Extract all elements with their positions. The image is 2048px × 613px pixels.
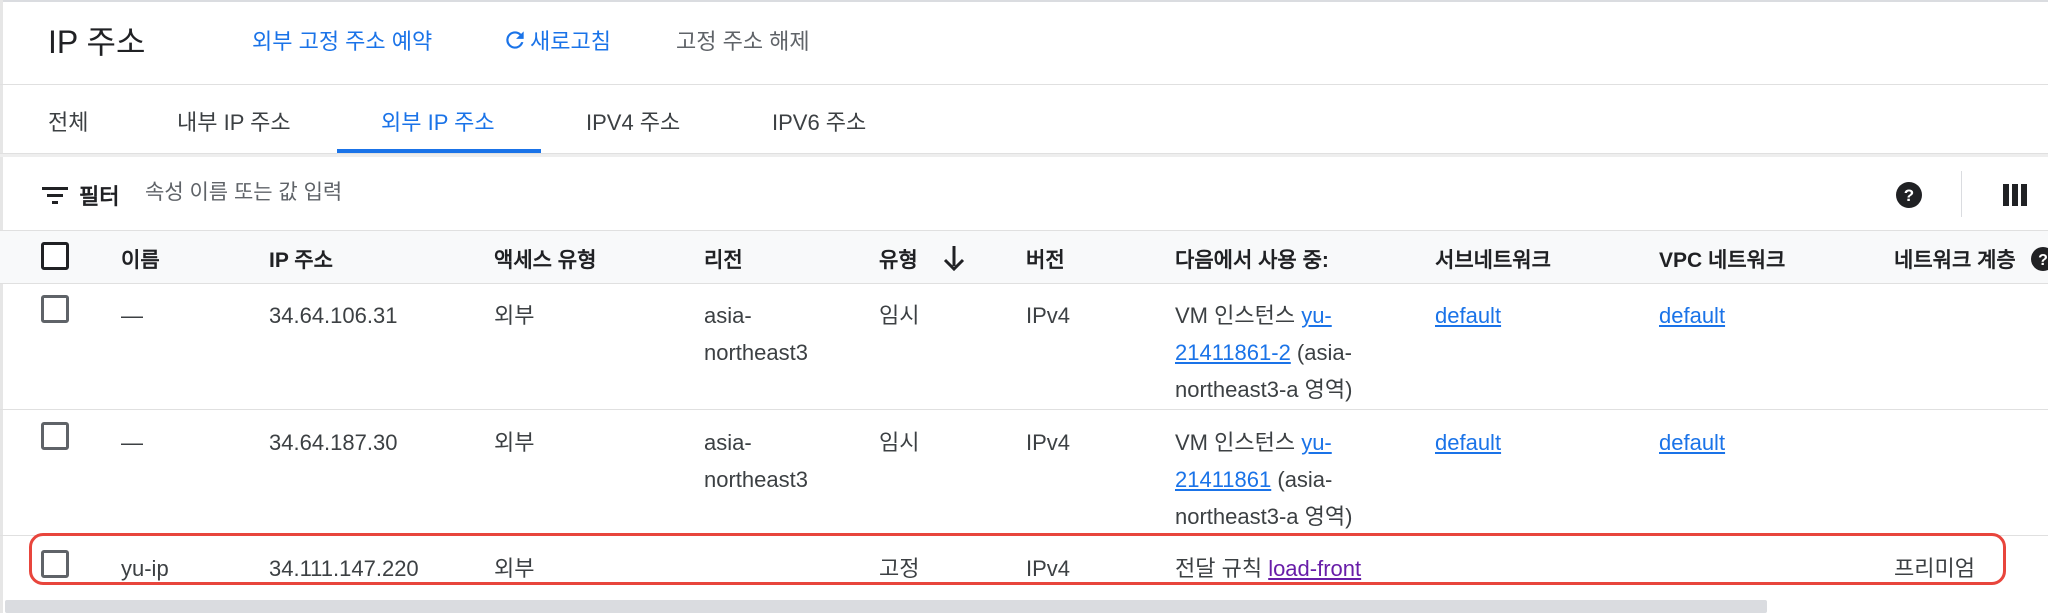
release-static-address-button[interactable]: 고정 주소 해제 <box>676 24 810 56</box>
cell-name: — <box>121 430 143 455</box>
active-tab-indicator <box>337 149 541 153</box>
row-checkbox[interactable] <box>41 295 69 323</box>
used-by-prefix: VM 인스턴스 <box>1175 303 1302 328</box>
toolbar-divider <box>1961 171 1962 217</box>
column-header-subnetwork[interactable]: 서브네트워크 <box>1435 244 1551 274</box>
column-header-ip[interactable]: IP 주소 <box>269 244 333 274</box>
instance-link-part-1: yu- <box>1301 430 1332 455</box>
cell-used-by: VM 인스턴스 yu- 21411861 (asia-northeast3-a 영… <box>1175 424 1352 535</box>
address-tabs: 전체 내부 IP 주소 외부 IP 주소 IPV4 주소 IPV6 주소 <box>0 85 2048 154</box>
used-by-zone-part-2: northeast3-a 영역) <box>1175 377 1353 402</box>
help-icon[interactable]: ? <box>1895 181 1923 214</box>
region-line-1: asia- <box>704 430 752 455</box>
column-header-type-label: 유형 <box>879 249 918 272</box>
svg-text:?: ? <box>2038 252 2048 269</box>
highlight-annotation <box>29 533 2006 585</box>
filter-input[interactable] <box>143 177 1047 209</box>
tab-ipv4[interactable]: IPV4 주소 <box>586 105 680 137</box>
cell-ip: 34.64.187.30 <box>269 430 398 455</box>
column-header-access-type[interactable]: 액세스 유형 <box>494 244 596 274</box>
cell-access-type: 외부 <box>494 303 535 328</box>
page-title: IP 주소 <box>48 24 146 60</box>
instance-link-part-2: 21411861 <box>1175 467 1272 492</box>
tab-all[interactable]: 전체 <box>48 105 88 137</box>
tab-external-ip[interactable]: 외부 IP 주소 <box>381 105 495 137</box>
refresh-button[interactable]: 새로고침 <box>502 24 611 59</box>
cell-type: 임시 <box>879 430 920 455</box>
used-by-zone-part-1: (asia- <box>1290 340 1352 365</box>
cell-version: IPv4 <box>1026 303 1071 328</box>
filter-bar: 필터 ? <box>0 154 2048 233</box>
used-by-prefix: VM 인스턴스 <box>1175 430 1302 455</box>
used-by-zone-part-2: northeast3-a 영역) <box>1175 504 1353 529</box>
column-header-type[interactable]: 유형 <box>879 244 965 277</box>
column-header-network-tier-label: 네트워크 계층 <box>1894 249 2016 272</box>
reserve-static-address-button[interactable]: 외부 고정 주소 예약 <box>252 24 432 56</box>
filter-label: 필터 <box>79 184 120 209</box>
column-header-vpc-network[interactable]: VPC 네트워크 <box>1659 244 1785 274</box>
cell-version: IPv4 <box>1026 430 1071 455</box>
svg-text:?: ? <box>1904 186 1914 205</box>
row-checkbox[interactable] <box>41 422 69 450</box>
select-all-checkbox[interactable] <box>41 242 69 270</box>
column-header-version[interactable]: 버전 <box>1026 244 1065 274</box>
refresh-icon <box>502 27 528 59</box>
cell-ip: 34.64.106.31 <box>269 303 398 328</box>
column-header-name[interactable]: 이름 <box>121 244 160 274</box>
column-header-region[interactable]: 리전 <box>704 244 743 274</box>
cell-used-by: VM 인스턴스 yu- 21411861-2 (asia-northeast3-a… <box>1175 297 1352 408</box>
table-header: 이름 IP 주소 액세스 유형 리전 유형 버전 다음에서 사용 중: 서브네트… <box>0 230 2048 284</box>
cell-region: asia-northeast3 <box>704 424 808 498</box>
instance-link-part-1: yu- <box>1301 303 1332 328</box>
instance-link-part-2: 21411861-2 <box>1175 340 1291 365</box>
horizontal-scrollbar[interactable] <box>5 600 1767 613</box>
cell-name: — <box>121 303 143 328</box>
region-line-2: northeast3 <box>704 467 808 492</box>
refresh-label: 새로고침 <box>530 29 611 54</box>
used-by-zone-part-1: (asia- <box>1271 467 1333 492</box>
table-row: — 34.64.187.30 외부 asia-northeast3 임시 IPv… <box>0 410 2048 536</box>
subnetwork-link[interactable]: default <box>1435 303 1501 328</box>
tab-internal-ip[interactable]: 내부 IP 주소 <box>177 105 291 137</box>
subnetwork-link[interactable]: default <box>1435 430 1501 455</box>
sort-arrow-down-icon[interactable] <box>943 245 965 277</box>
region-line-1: asia- <box>704 303 752 328</box>
network-tier-help-icon[interactable]: ? <box>2030 246 2048 278</box>
table-row: — 34.64.106.31 외부 asia-northeast3 임시 IPv… <box>0 283 2048 410</box>
cell-region: asia-northeast3 <box>704 297 808 371</box>
filter-icon[interactable] <box>42 185 68 210</box>
column-header-network-tier[interactable]: 네트워크 계층 ? <box>1894 244 2048 278</box>
vpc-network-link[interactable]: default <box>1659 303 1725 328</box>
cell-type: 임시 <box>879 303 920 328</box>
vpc-network-link[interactable]: default <box>1659 430 1725 455</box>
cell-access-type: 외부 <box>494 430 535 455</box>
page-header: IP 주소 외부 고정 주소 예약 새로고침 고정 주소 해제 <box>0 0 2048 85</box>
region-line-2: northeast3 <box>704 340 808 365</box>
column-display-options-icon[interactable] <box>2003 184 2027 211</box>
tab-ipv6[interactable]: IPV6 주소 <box>772 105 866 137</box>
column-header-used-by[interactable]: 다음에서 사용 중: <box>1175 244 1329 274</box>
